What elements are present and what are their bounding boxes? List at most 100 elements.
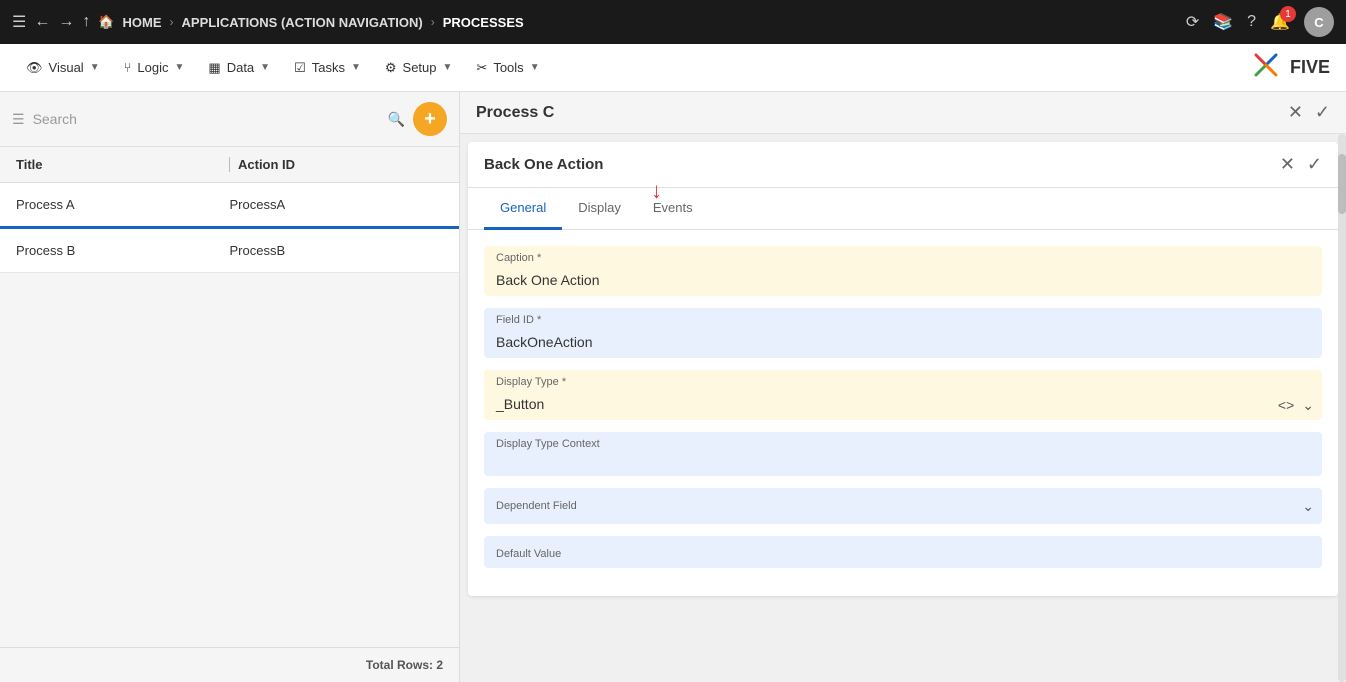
menu-bar: 👁 Visual ▼ ⑂ Logic ▼ ▦ Data ▼ ☑ Tasks ▼ … [0,44,1346,92]
tab-general-label: General [500,200,546,215]
row-actionid-0: ProcessA [230,197,444,212]
menu-logic[interactable]: ⑂ Logic ▼ [114,54,195,81]
breadcrumb-processes[interactable]: PROCESSES [443,15,524,30]
search-placeholder-text: Search [33,111,77,127]
refresh-icon[interactable]: ⟳ [1186,12,1199,32]
breadcrumb-arrow-1: › [170,15,174,29]
sub-panel-title: Back One Action [484,156,603,173]
hamburger-lines-icon: ☰ [12,111,25,128]
menu-items: 👁 Visual ▼ ⑂ Logic ▼ ▦ Data ▼ ☑ Tasks ▼ … [16,54,550,82]
display-type-input[interactable]: _Button [484,390,556,420]
search-icon[interactable]: 🔍 [388,111,405,128]
five-logo: FIVE [1252,51,1330,85]
up-icon[interactable]: ↑ [82,13,90,31]
back-one-action-panel: Back One Action ✕ ✓ General Display [468,142,1338,596]
scrollbar[interactable] [1338,134,1346,682]
sub-panel-header: Back One Action ✕ ✓ [468,142,1338,188]
tools-icon: ✂ [476,60,487,76]
code-icon[interactable]: <> [1278,397,1294,413]
process-close-icon[interactable]: ✕ [1288,102,1303,123]
setup-label: Setup [403,60,437,75]
tab-general[interactable]: General [484,188,562,230]
column-title-header: Title [16,157,221,172]
row-title-0: Process A [16,197,230,212]
menu-tools[interactable]: ✂ Tools ▼ [466,54,549,82]
row-actionid-1: ProcessB [230,243,444,258]
sub-check-icon[interactable]: ✓ [1307,154,1322,175]
notification-badge: 1 [1280,6,1296,22]
field-id-label: Field ID * [484,308,1322,328]
logic-label: Logic [137,60,168,75]
sidebar-table-header: Title Action ID [0,147,459,183]
navbar-left: ☰ ← → ↑ 🏠 HOME › APPLICATIONS (ACTION NA… [12,12,1178,32]
five-logo-icon [1252,51,1280,79]
menu-visual[interactable]: 👁 Visual ▼ [16,54,110,82]
tabs: General Display Events ↑ [468,188,1338,230]
process-panel-title: Process C [476,104,554,122]
process-check-icon[interactable]: ✓ [1315,102,1330,123]
forward-icon[interactable]: → [58,13,74,31]
five-logo-text: FIVE [1290,57,1330,78]
scrollbar-thumb[interactable] [1338,154,1346,214]
breadcrumb: 🏠 HOME › APPLICATIONS (ACTION NAVIGATION… [98,14,523,30]
search-inner: ☰ Search 🔍 [12,111,405,128]
menu-data[interactable]: ▦ Data ▼ [198,54,280,82]
home-icon[interactable]: 🏠 [98,14,114,30]
tasks-caret: ▼ [351,62,361,73]
row-title-1: Process B [16,243,230,258]
process-panel-actions: ✕ ✓ [1288,102,1330,123]
caption-label: Caption * [484,246,1322,266]
sidebar-footer: Total Rows: 2 [0,647,459,682]
data-icon: ▦ [208,60,220,76]
sidebar-rows: Process A ProcessA Process B ProcessB [0,183,459,647]
dependent-chevron-down-icon[interactable]: ⌄ [1302,498,1314,515]
chevron-down-icon[interactable]: ⌄ [1302,397,1314,414]
form-content: Caption * Back One Action Field ID * Bac… [468,230,1338,596]
field-id-input[interactable]: BackOneAction [484,328,1322,358]
tasks-label: Tasks [312,60,345,75]
dependent-field-row: Dependent Field ⌄ [484,488,1322,524]
logic-caret: ▼ [175,62,185,73]
breadcrumb-home[interactable]: HOME [123,15,162,30]
menu-tasks[interactable]: ☑ Tasks ▼ [284,54,371,82]
main-layout: ☰ Search 🔍 + Title Action ID Process A P… [0,92,1346,682]
sidebar-search-bar: ☰ Search 🔍 + [0,92,459,147]
hamburger-icon[interactable]: ☰ [12,12,26,32]
visual-label: Visual [49,60,84,75]
menu-setup[interactable]: ⚙ Setup ▼ [375,54,463,82]
display-type-context-label: Display Type Context [484,432,1322,452]
sidebar: ☰ Search 🔍 + Title Action ID Process A P… [0,92,460,682]
list-item[interactable]: Process A ProcessA [0,183,459,229]
data-label: Data [227,60,254,75]
default-value-label: Default Value [484,536,1322,568]
default-value-field: Default Value [484,536,1322,568]
display-type-field: Display Type * _Button <> ⌄ [484,370,1322,420]
list-item[interactable]: Process B ProcessB [0,229,459,273]
sub-panel-actions: ✕ ✓ [1280,154,1322,175]
add-button[interactable]: + [413,102,447,136]
breadcrumb-applications[interactable]: APPLICATIONS (ACTION NAVIGATION) [182,15,423,30]
header-divider [229,157,230,172]
help-icon[interactable]: ? [1247,13,1256,31]
tab-display[interactable]: Display [562,188,637,230]
back-icon[interactable]: ← [34,13,50,31]
caption-input[interactable]: Back One Action [484,266,1322,296]
red-arrow-icon: ↑ [651,180,662,206]
notification-bell[interactable]: 🔔 1 [1270,12,1290,32]
setup-caret: ▼ [443,62,453,73]
sub-close-icon[interactable]: ✕ [1280,154,1295,175]
display-type-context-field: Display Type Context [484,432,1322,476]
dependent-field-icons: ⌄ [1302,498,1322,515]
tab-display-label: Display [578,200,621,215]
display-type-row: _Button <> ⌄ [484,390,1322,420]
logic-icon: ⑂ [124,60,132,75]
display-type-label: Display Type * [484,370,1322,390]
data-caret: ▼ [260,62,270,73]
display-type-context-input[interactable] [484,452,1322,476]
tab-events[interactable]: Events ↑ [637,188,709,230]
avatar[interactable]: C [1304,7,1334,37]
books-icon[interactable]: 📚 [1213,12,1233,32]
tools-caret: ▼ [530,62,540,73]
navbar-right: ⟳ 📚 ? 🔔 1 C [1186,7,1334,37]
display-type-icons: <> ⌄ [1278,397,1322,414]
